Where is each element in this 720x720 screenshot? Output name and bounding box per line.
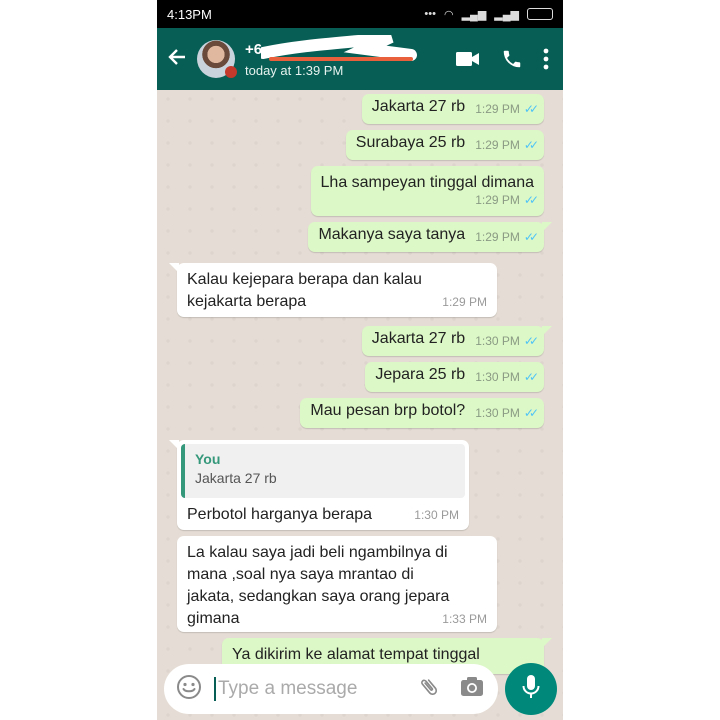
message-bubble-outgoing[interactable]: Lha sampeyan tinggal dimana 1:29 PM ✓✓: [310, 166, 544, 216]
composer-bar: Type a message: [157, 660, 563, 720]
message-time: 1:29 PM: [475, 138, 520, 152]
message-text: Jepara 25 rb: [375, 366, 466, 383]
status-bar: 4:13PM ••• ◠ ▂▄▆ ▂▄▆: [157, 0, 563, 28]
last-seen: today at 1:39 PM: [245, 62, 344, 78]
message-bubble-incoming[interactable]: Kalau kejepara berapa dan kalau kejakart…: [169, 263, 497, 317]
more-vert-icon[interactable]: [543, 48, 549, 70]
quoted-message[interactable]: You Jakarta 27 rb: [181, 444, 465, 498]
contact-name: +6: [245, 34, 417, 61]
message-bubble-outgoing[interactable]: Jakarta 27 rb 1:30 PM ✓✓: [361, 326, 553, 356]
message-text-line: La kalau saya jadi beli ngambilnya di: [187, 544, 448, 561]
more-dots-icon: •••: [424, 8, 436, 20]
message-input[interactable]: Type a message: [164, 664, 498, 714]
signal-icon-2: ▂▄▆: [494, 8, 519, 21]
arrow-left-icon[interactable]: [167, 47, 193, 71]
message-list[interactable]: Jakarta 27 rb 1:29 PM ✓✓ Surabaya 25 rb 1…: [157, 90, 563, 674]
message-text: Perbotol harganya berapa: [187, 506, 373, 523]
status-time: 4:13PM: [167, 6, 212, 22]
message-input-placeholder: Type a message: [218, 678, 358, 699]
text-cursor: [214, 677, 216, 701]
phone-screen: 4:13PM ••• ◠ ▂▄▆ ▂▄▆ +6 today at 1:39 PM: [157, 0, 563, 720]
message-text-line: jakata, sedangkan saya orang jepara: [187, 588, 450, 605]
message-time: 1:29 PM: [442, 295, 487, 309]
redaction-scribble: [261, 34, 417, 61]
message-bubble-outgoing[interactable]: Mau pesan brp botol? 1:30 PM ✓✓: [300, 398, 544, 428]
double-check-icon: ✓✓: [523, 334, 539, 348]
double-check-icon: ✓✓: [523, 102, 539, 116]
microphone-button[interactable]: [505, 663, 557, 715]
status-icons: ••• ◠ ▂▄▆ ▂▄▆: [424, 8, 553, 21]
message-bubble-incoming[interactable]: You Jakarta 27 rb Perbotol harganya bera…: [169, 440, 469, 530]
contact-name-text: +6: [245, 40, 263, 58]
avatar[interactable]: [197, 40, 237, 78]
camera-icon[interactable]: [460, 676, 484, 703]
message-text: Mau pesan brp botol?: [310, 402, 466, 419]
avatar-badge: [225, 66, 237, 78]
message-bubble-outgoing[interactable]: Makanya saya tanya 1:29 PM ✓✓: [308, 222, 552, 252]
contact-info[interactable]: +6 today at 1:39 PM: [245, 34, 455, 78]
double-check-icon: ✓✓: [523, 230, 539, 244]
quote-text: Jakarta 27 rb: [195, 470, 277, 486]
paperclip-icon[interactable]: [418, 676, 440, 703]
message-bubble-outgoing[interactable]: Jakarta 27 rb 1:29 PM ✓✓: [361, 94, 544, 124]
message-time: 1:30 PM: [475, 334, 520, 348]
message-bubble-incoming[interactable]: La kalau saya jadi beli ngambilnya di ma…: [177, 536, 497, 632]
message-text-line: mana ,soal nya saya mrantao di: [187, 566, 414, 583]
microphone-icon: [521, 674, 541, 705]
message-text: Surabaya 25 rb: [355, 134, 466, 151]
message-text: Jakarta 27 rb: [371, 98, 466, 115]
message-time: 1:29 PM: [475, 102, 520, 116]
message-time: 1:29 PM: [475, 193, 520, 207]
message-text: Lha sampeyan tinggal dimana: [320, 174, 534, 191]
message-text: Makanya saya tanya: [318, 226, 466, 243]
message-bubble-outgoing[interactable]: Surabaya 25 rb 1:29 PM ✓✓: [345, 130, 544, 160]
header-actions: [455, 48, 549, 70]
message-bubble-outgoing[interactable]: Jepara 25 rb 1:30 PM ✓✓: [365, 362, 544, 392]
quote-author: You: [195, 451, 221, 467]
double-check-icon: ✓✓: [523, 193, 539, 207]
video-camera-icon[interactable]: [455, 50, 481, 68]
message-text-line: gimana: [187, 610, 240, 627]
phone-icon[interactable]: [501, 48, 523, 70]
double-check-icon: ✓✓: [523, 370, 539, 384]
wifi-icon: ◠: [443, 8, 454, 21]
emoji-icon[interactable]: [176, 674, 202, 705]
chat-header: +6 today at 1:39 PM: [157, 28, 563, 90]
double-check-icon: ✓✓: [523, 138, 539, 152]
battery-icon: [527, 8, 553, 20]
message-time: 1:30 PM: [475, 370, 520, 384]
message-time: 1:33 PM: [442, 612, 487, 626]
signal-icon: ▂▄▆: [461, 8, 487, 21]
message-text: Jakarta 27 rb: [371, 330, 466, 347]
message-time: 1:29 PM: [475, 230, 520, 244]
message-time: 1:30 PM: [475, 406, 520, 420]
message-text-line: kejakarta berapa: [187, 293, 307, 310]
double-check-icon: ✓✓: [523, 406, 539, 420]
message-time: 1:30 PM: [414, 508, 459, 522]
message-text-line: Kalau kejepara berapa dan kalau: [187, 271, 422, 288]
